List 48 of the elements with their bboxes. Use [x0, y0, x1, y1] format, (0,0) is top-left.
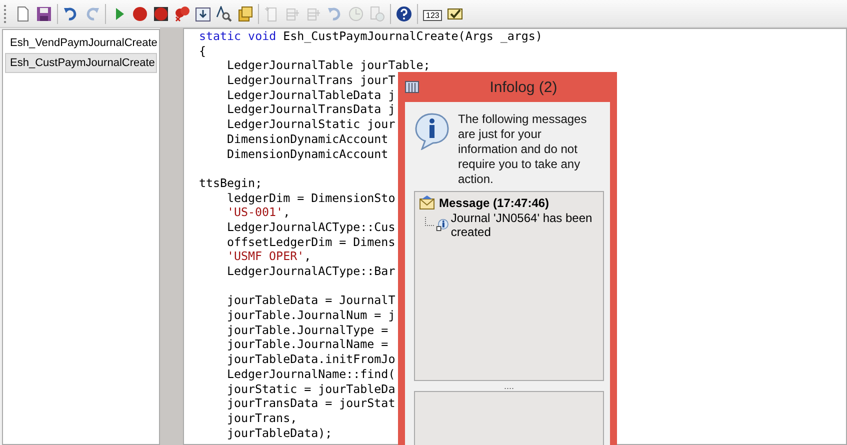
code-line: jourStatic = jourTableDa	[227, 382, 396, 396]
tree-node[interactable]: Journal 'JN0564' has been created	[450, 211, 599, 239]
code-line: static void Esh_CustPaymJournalCreate(Args _args)	[199, 29, 542, 43]
new-document-icon[interactable]	[15, 6, 31, 22]
spell-check-icon[interactable]	[447, 6, 464, 22]
splitter-handle[interactable]: ....	[414, 382, 604, 390]
code-line: LedgerJournalStatic jour	[227, 117, 396, 132]
code-line: jourTrans,	[227, 410, 298, 425]
number-format-button[interactable]: 123	[423, 10, 442, 20]
method-item[interactable]: Esh_VendPaymJournalCreate	[5, 33, 157, 53]
magnifier-icon[interactable]	[216, 6, 232, 22]
code-line: 'USMF OPER',	[227, 249, 312, 264]
help-icon[interactable]	[396, 6, 412, 22]
code-line: DimensionDynamicAccount	[227, 132, 388, 146]
window-icon	[405, 81, 419, 93]
info-message: The following messages are just for your information and do not require you to take any action.	[458, 112, 588, 187]
code-line: ledgerDim = DimensionSto	[227, 190, 396, 205]
code-line: jourTransData = jourStat	[227, 396, 396, 410]
undo-icon[interactable]	[63, 6, 79, 22]
code-line: offsetLedgerDim = Dimens	[227, 234, 396, 249]
method-item[interactable]: Esh_CustPaymJournalCreate	[5, 53, 157, 73]
document-icon[interactable]	[237, 6, 253, 22]
code-line: LedgerJournalTableData j	[227, 88, 396, 102]
code-line: LedgerJournalACType::Cus	[227, 220, 396, 234]
info-icon	[414, 112, 450, 150]
code-line: {	[199, 44, 206, 58]
code-line: LedgerJournalACType::Bar	[227, 264, 396, 278]
info-document-icon	[436, 217, 449, 233]
breakpoint-icon[interactable]	[132, 6, 148, 22]
tree-node[interactable]: Message (17:47:46)	[439, 196, 550, 210]
breakpoints-icon[interactable]	[174, 6, 190, 22]
code-line: jourTableData = JournalT	[227, 293, 396, 308]
code-line: DimensionDynamicAccount	[227, 146, 388, 160]
code-line: LedgerJournalTransData j	[227, 102, 396, 116]
code-line: LedgerJournalTrans jourT	[227, 73, 396, 88]
code-line: jourTable.JournalNum = j	[227, 308, 396, 322]
code-line: jourTable.JournalName =	[227, 337, 388, 352]
code-line: ttsBegin;	[199, 176, 262, 190]
breakpoint-icon[interactable]	[153, 6, 169, 22]
save-icon[interactable]	[36, 6, 52, 22]
code-line: jourTableData.initFromJo	[227, 352, 396, 366]
code-line: LedgerJournalName::find(	[227, 366, 396, 381]
window-title: Infolog (2)	[488, 78, 558, 96]
code-line: 'US-001',	[227, 205, 290, 220]
code-line: jourTable.JournalType =	[227, 322, 388, 337]
code-line: LedgerJournalTable jourTable;	[227, 58, 430, 72]
envelope-icon	[419, 195, 435, 211]
code-line: jourTableData);	[227, 426, 332, 440]
